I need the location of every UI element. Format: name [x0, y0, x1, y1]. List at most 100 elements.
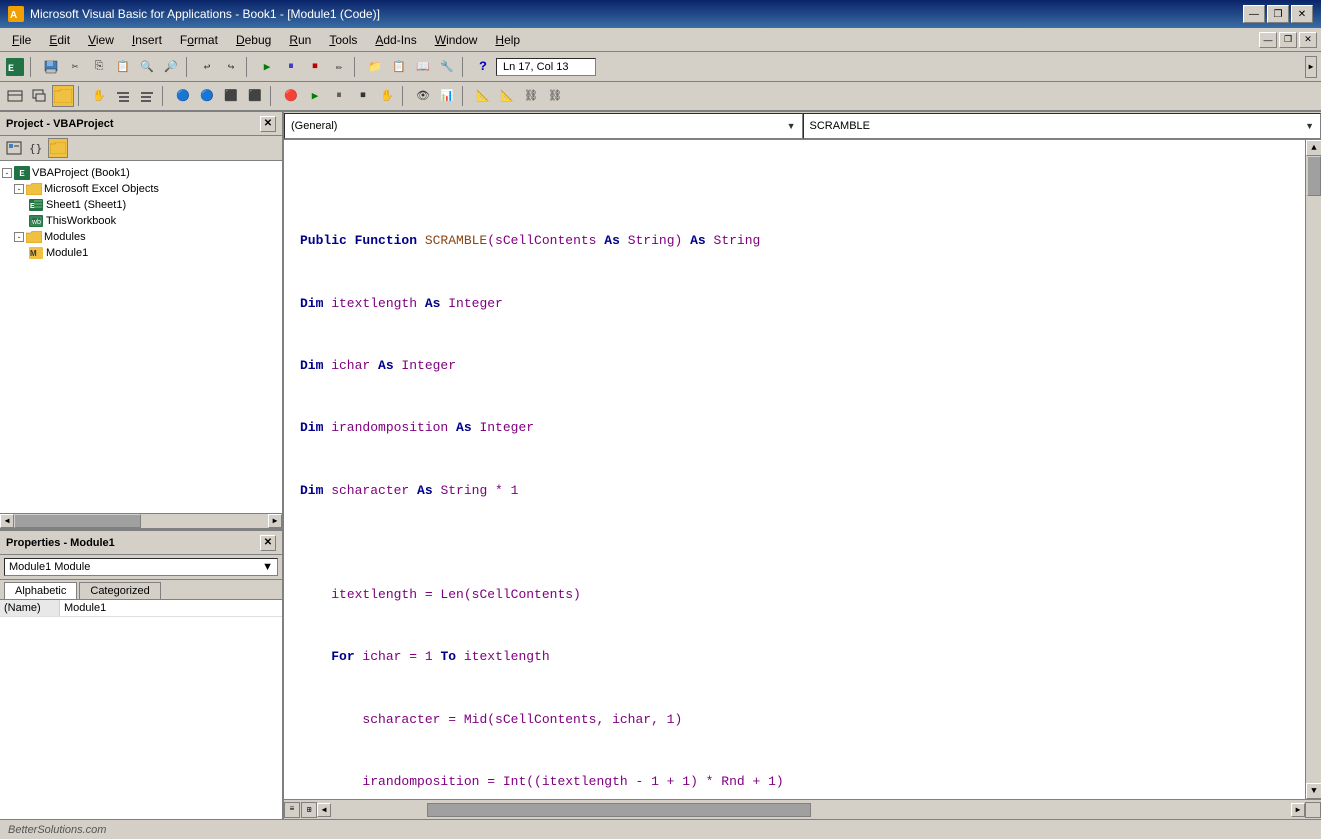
tb-design[interactable]: ✏	[328, 56, 350, 78]
close-button[interactable]: ✕	[1291, 5, 1313, 23]
tb-excel-icon[interactable]: E	[4, 56, 26, 78]
menu-edit[interactable]: Edit	[41, 31, 78, 49]
restore-button[interactable]: ❐	[1267, 5, 1289, 23]
tb2-run2[interactable]: ▶	[304, 85, 326, 107]
proj-view-obj[interactable]	[4, 138, 24, 158]
tb-obj-browser[interactable]: 📖	[412, 56, 434, 78]
tab-categorized[interactable]: Categorized	[79, 582, 160, 599]
tb-copy[interactable]: ⎘	[88, 56, 110, 78]
tb2-bookmark[interactable]: 🔵	[172, 85, 194, 107]
tb-find2[interactable]: 🔎	[160, 56, 182, 78]
tab-alphabetic[interactable]: Alphabetic	[4, 582, 77, 599]
menu-tools[interactable]: Tools	[321, 31, 365, 49]
inner-restore-button[interactable]: ❐	[1279, 32, 1297, 48]
tb2-sep-4	[402, 86, 408, 106]
props-name-value[interactable]: Module1	[60, 600, 282, 616]
project-panel-close[interactable]: ✕	[260, 116, 276, 132]
menu-window[interactable]: Window	[427, 31, 486, 49]
tb2-pause[interactable]: ⏸	[328, 85, 350, 107]
props-panel-close[interactable]: ✕	[260, 535, 276, 551]
code-scrollbar-h[interactable]: ◀ ▶	[317, 803, 1305, 817]
code-view-btn1[interactable]: ≡	[284, 802, 300, 818]
general-dropdown[interactable]: (General) ▼	[284, 113, 803, 139]
code-hscroll-right[interactable]: ▶	[1291, 803, 1305, 817]
expand-excel-objects[interactable]: -	[14, 184, 24, 194]
tb-help[interactable]: ?	[472, 56, 494, 78]
code-hscroll-track[interactable]	[331, 803, 1291, 817]
code-area[interactable]: Public Function SCRAMBLE(sCellContents A…	[284, 140, 1305, 799]
project-scrollbar-h[interactable]: ◀ ▶	[0, 513, 282, 527]
inner-minimize-button[interactable]: —	[1259, 32, 1277, 48]
tb2-bookmark2[interactable]: 🔵	[196, 85, 218, 107]
tb2-indent[interactable]	[112, 85, 134, 107]
tb2-hand[interactable]: ✋	[88, 85, 110, 107]
tb2-extra1[interactable]: 📐	[472, 85, 494, 107]
tb-break[interactable]: ⏸	[280, 56, 302, 78]
minimize-button[interactable]: —	[1243, 5, 1265, 23]
tb-cut[interactable]: ✂	[64, 56, 86, 78]
tb2-breakpoint1[interactable]: 🔴	[280, 85, 302, 107]
tb2-extra4[interactable]: ⛓	[544, 85, 566, 107]
code-hscroll-thumb[interactable]	[427, 803, 811, 817]
tb2-extra3[interactable]: ⛓	[520, 85, 542, 107]
tree-module1[interactable]: M Module1	[0, 245, 282, 261]
tb-toolbox[interactable]: 🔧	[436, 56, 458, 78]
tb2-btn2[interactable]	[28, 85, 50, 107]
tb-undo[interactable]: ↩	[196, 56, 218, 78]
tb-project-exp[interactable]: 📁	[364, 56, 386, 78]
tb2-extra2[interactable]: 📐	[496, 85, 518, 107]
scramble-dropdown[interactable]: SCRAMBLE ▼	[803, 113, 1321, 139]
code-scrollbar-v[interactable]: ▲ ▼	[1305, 140, 1321, 799]
tb2-stop2[interactable]: ⏹	[352, 85, 374, 107]
code-hscroll-left[interactable]: ◀	[317, 803, 331, 817]
tb2-bookmark3[interactable]: ⬛	[220, 85, 242, 107]
menu-help[interactable]: Help	[487, 31, 528, 49]
tb-find[interactable]: 🔍	[136, 56, 158, 78]
tb2-btn1[interactable]	[4, 85, 26, 107]
tb2-folder[interactable]	[52, 85, 74, 107]
module-select-box[interactable]: Module1 Module ▼	[4, 558, 278, 576]
menu-format[interactable]: Format	[172, 31, 226, 49]
tree-excel-objects[interactable]: - Microsoft Excel Objects	[0, 181, 282, 197]
expand-root[interactable]: -	[2, 168, 12, 178]
scroll-left-arrow[interactable]: ◀	[0, 514, 14, 528]
menu-addins[interactable]: Add-Ins	[367, 31, 424, 49]
tb2-watch1[interactable]: 👁	[412, 85, 434, 107]
menu-insert[interactable]: Insert	[124, 31, 170, 49]
code-scroll-up[interactable]: ▲	[1306, 140, 1321, 156]
tree-modules[interactable]: - Modules	[0, 229, 282, 245]
tree-sheet1[interactable]: E Sheet1 (Sheet1)	[0, 197, 282, 213]
scroll-thumb[interactable]	[14, 514, 141, 528]
scroll-track[interactable]	[14, 514, 268, 528]
tb2-outdent[interactable]	[136, 85, 158, 107]
tb-props[interactable]: 📋	[388, 56, 410, 78]
inner-close-button[interactable]: ✕	[1299, 32, 1317, 48]
code-scroll-thumb-v[interactable]	[1307, 156, 1321, 196]
corner-resizer[interactable]	[1305, 802, 1321, 818]
tb-paste[interactable]: 📋	[112, 56, 134, 78]
proj-view-code[interactable]: {}	[26, 138, 46, 158]
code-view-btn2[interactable]: ⊞	[301, 802, 317, 818]
menu-view[interactable]: View	[80, 31, 122, 49]
svg-text:A: A	[10, 10, 17, 21]
tb-redo[interactable]: ↪	[220, 56, 242, 78]
expand-modules[interactable]: -	[14, 232, 24, 242]
proj-toggle-folder[interactable]	[48, 138, 68, 158]
props-module-selector[interactable]: Module1 Module ▼	[0, 555, 282, 580]
scroll-right-arrow[interactable]: ▶	[268, 514, 282, 528]
menu-file[interactable]: File	[4, 31, 39, 49]
tb2-hand2[interactable]: ✋	[376, 85, 398, 107]
tb-stop[interactable]: ⏹	[304, 56, 326, 78]
menu-run[interactable]: Run	[281, 31, 319, 49]
tb2-watch2[interactable]: 📊	[436, 85, 458, 107]
tree-thisworkbook[interactable]: wb ThisWorkbook	[0, 213, 282, 229]
tree-root[interactable]: - E VBAProject (Book1)	[0, 165, 282, 181]
tb-save[interactable]	[40, 56, 62, 78]
code-scroll-down[interactable]: ▼	[1306, 783, 1321, 799]
tb-run[interactable]: ▶	[256, 56, 278, 78]
tb2-bookmark4[interactable]: ⬛	[244, 85, 266, 107]
scramble-dropdown-arrow: ▼	[1305, 121, 1314, 131]
toolbar-scroll-right[interactable]: ▶	[1305, 56, 1317, 78]
menu-debug[interactable]: Debug	[228, 31, 279, 49]
code-scroll-track-v[interactable]	[1306, 156, 1321, 783]
